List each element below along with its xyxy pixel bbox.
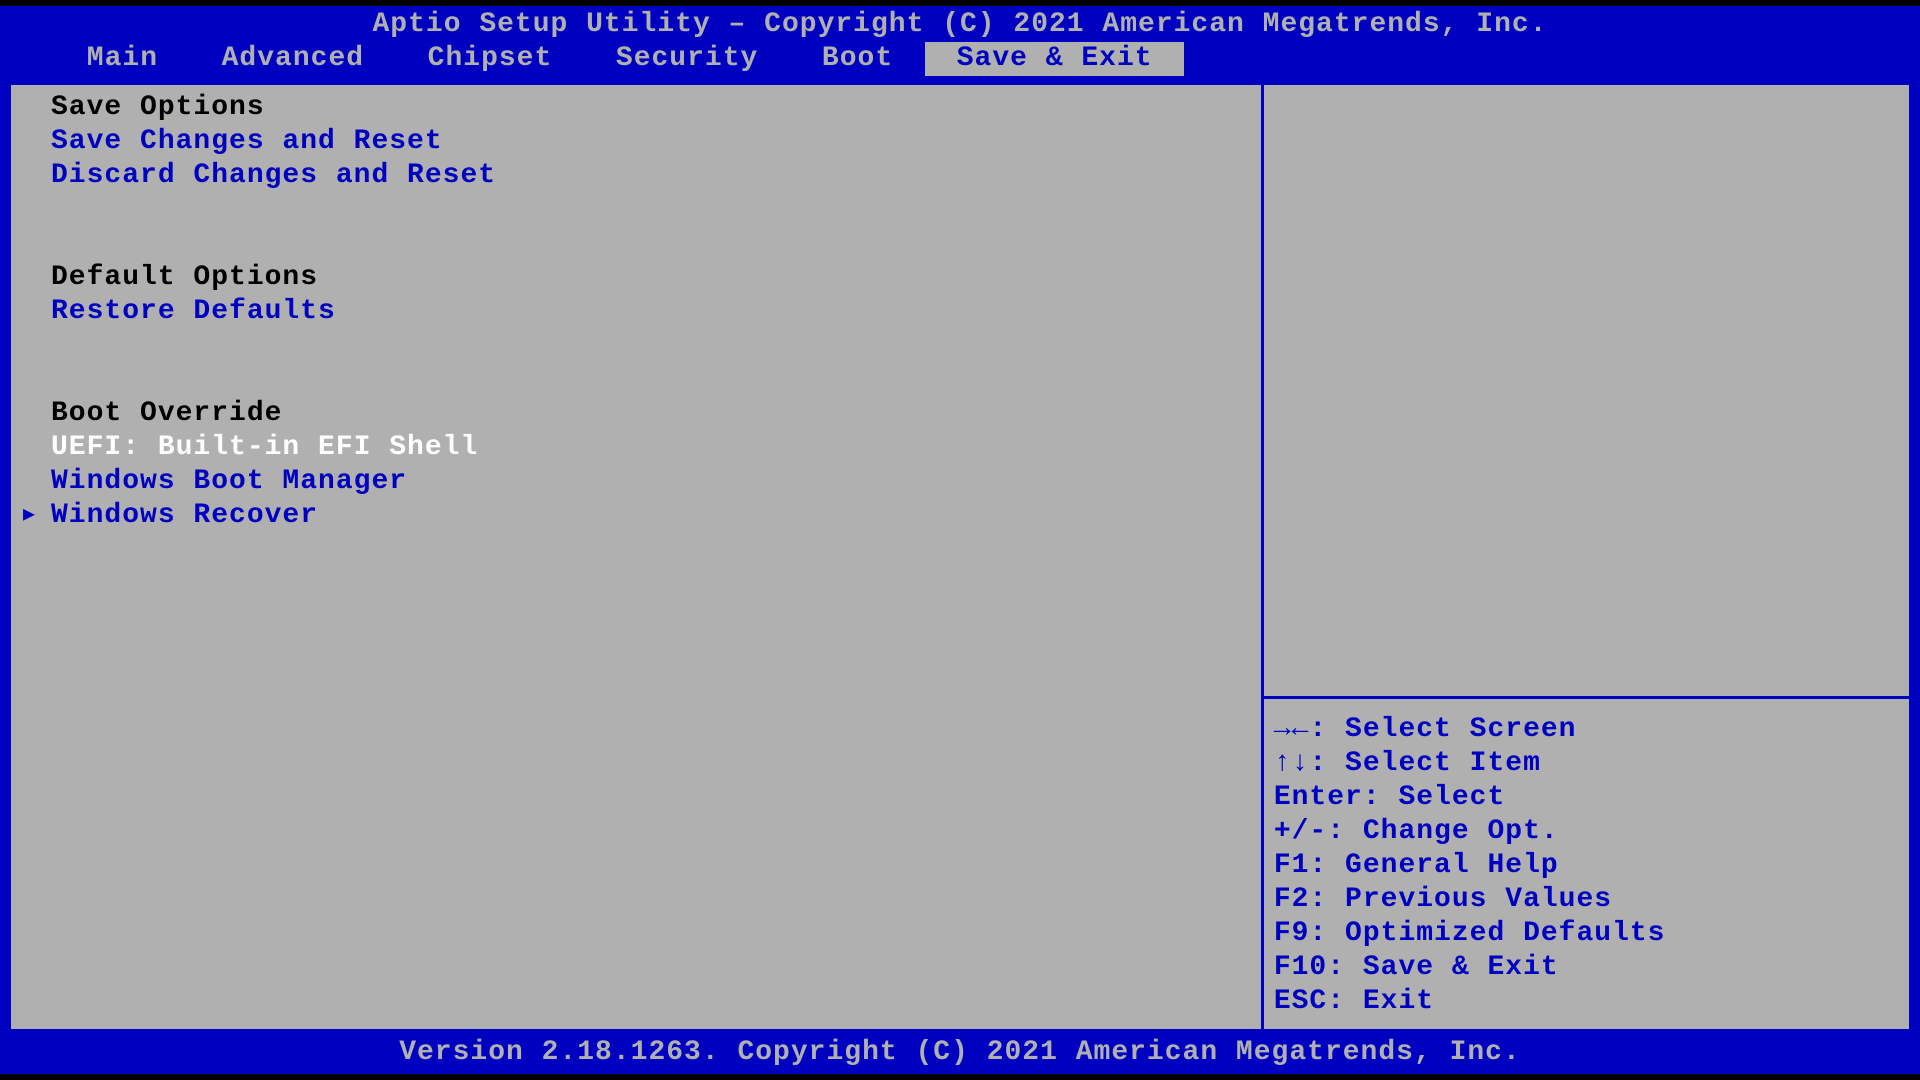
menu-item[interactable]: UEFI: Built-in EFI Shell (51, 431, 1251, 465)
tab-chipset[interactable]: Chipset (396, 42, 584, 76)
tab-security[interactable]: Security (584, 42, 790, 76)
tab-bar: Main Advanced Chipset Security Boot Save… (0, 42, 1920, 76)
submenu-marker-icon: ▶ (23, 499, 36, 533)
tab-boot[interactable]: Boot (790, 42, 925, 76)
help-line: F1: General Help (1274, 849, 1899, 883)
help-line: ESC: Exit (1274, 985, 1899, 1019)
help-line: F9: Optimized Defaults (1274, 917, 1899, 951)
section-heading: Boot Override (51, 397, 1251, 431)
section-heading: Save Options (51, 91, 1251, 125)
body: Save OptionsSave Changes and ResetDiscar… (8, 82, 1912, 1032)
help-line: Enter: Select (1274, 781, 1899, 815)
key-help: →←: Select Screen↑↓: Select ItemEnter: S… (1274, 699, 1899, 1019)
bios-frame: Aptio Setup Utility – Copyright (C) 2021… (0, 6, 1920, 1074)
menu-item[interactable]: Windows Boot Manager (51, 465, 1251, 499)
help-line: ↑↓: Select Item (1274, 747, 1899, 781)
help-line: F2: Previous Values (1274, 883, 1899, 917)
help-line: +/-: Change Opt. (1274, 815, 1899, 849)
tab-main[interactable]: Main (55, 42, 190, 76)
tab-save-exit[interactable]: Save & Exit (925, 42, 1184, 76)
section-heading: Default Options (51, 261, 1251, 295)
menu-item[interactable]: Save Changes and Reset (51, 125, 1251, 159)
help-line: →←: Select Screen (1274, 713, 1899, 747)
menu-item[interactable]: Windows Recover▶ (51, 499, 1251, 533)
app-title: Aptio Setup Utility – Copyright (C) 2021… (0, 6, 1920, 42)
options-panel: Save OptionsSave Changes and ResetDiscar… (8, 82, 1261, 1032)
help-line: F10: Save & Exit (1274, 951, 1899, 985)
tab-advanced[interactable]: Advanced (190, 42, 396, 76)
help-panel: →←: Select Screen↑↓: Select ItemEnter: S… (1261, 82, 1912, 1032)
menu-item[interactable]: Discard Changes and Reset (51, 159, 1251, 193)
item-help-area (1274, 91, 1899, 696)
version-footer: Version 2.18.1263. Copyright (C) 2021 Am… (8, 1036, 1912, 1070)
menu-item[interactable]: Restore Defaults (51, 295, 1251, 329)
